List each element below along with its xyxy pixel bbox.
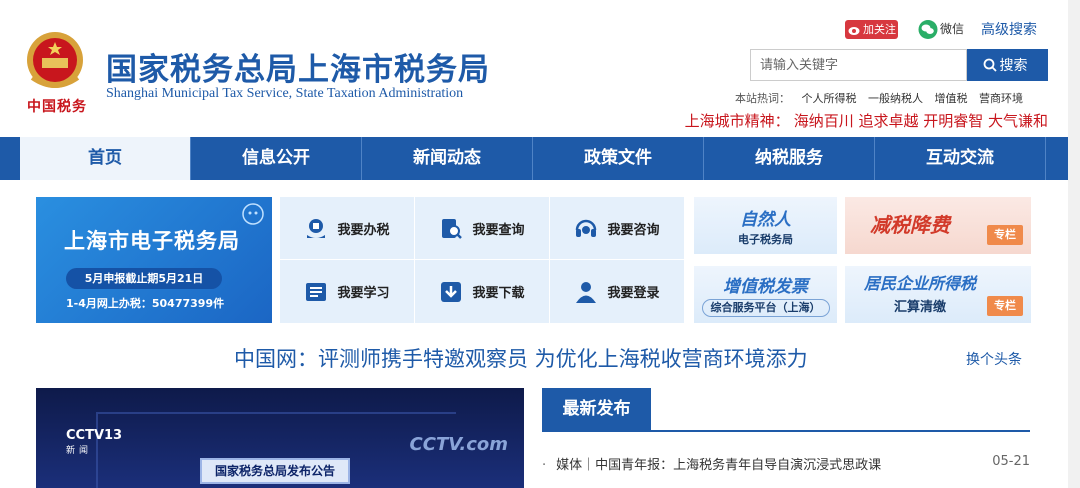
download-icon xyxy=(439,280,463,304)
search-button[interactable]: 搜索 xyxy=(967,49,1048,81)
banner-subtitle: 电子税务局 xyxy=(738,233,793,246)
service-query[interactable]: 我要查询 xyxy=(415,197,549,260)
hot-words-label: 本站热词： xyxy=(735,92,790,105)
hot-word-link[interactable]: 个人所得税 xyxy=(802,92,857,105)
e-tax-bureau-card[interactable]: 上海市电子税务局 5月申报截止期5月21日 1-4月网上办税：50477399件 xyxy=(36,197,272,323)
handle-tax-icon xyxy=(304,217,328,241)
video-player[interactable]: CCTV13 新闻 CCTV.com 国家税务总局发布公告 xyxy=(36,388,524,488)
service-learn[interactable]: 我要学习 xyxy=(280,260,414,323)
column-tag: 专栏 xyxy=(987,296,1023,316)
hot-word-link[interactable]: 增值税 xyxy=(935,92,968,105)
city-spirit-label: 上海城市精神： xyxy=(684,112,790,130)
site-subtitle: Shanghai Municipal Tax Service, State Ta… xyxy=(106,86,464,101)
video-caption: 国家税务总局发布公告 xyxy=(200,458,350,484)
hot-words: 本站热词： 个人所得税 一般纳税人 增值税 营商环境 xyxy=(735,90,1023,106)
banner-title: 自然人 xyxy=(740,210,791,230)
service-login[interactable]: 我要登录 xyxy=(550,260,684,323)
news-title: 媒体｜中国青年报：上海税务青年自导自演沉浸式思政课 xyxy=(556,458,882,473)
site-header: 中国税务 国家税务总局上海市税务局 Shanghai Municipal Tax… xyxy=(0,0,1080,137)
news-date: 05-21 xyxy=(992,454,1030,469)
service-label: 我要下载 xyxy=(472,286,525,301)
search-button-label: 搜索 xyxy=(999,58,1028,74)
learn-icon xyxy=(304,280,328,304)
change-headline-link[interactable]: 换个头条 xyxy=(966,349,1022,369)
banner-subtitle: 汇算清缴 xyxy=(893,300,946,315)
city-spirit-value: 海纳百川 追求卓越 开明睿智 大气谦和 xyxy=(793,112,1048,130)
tab-latest-release[interactable]: 最新发布 xyxy=(542,388,651,431)
cctv13-logo: CCTV13 新闻 xyxy=(66,428,123,456)
nav-item-policy[interactable]: 政策文件 xyxy=(533,137,704,180)
service-label: 我要查询 xyxy=(472,223,525,238)
hot-word-link[interactable]: 一般纳税人 xyxy=(868,92,923,105)
service-label: 我要咨询 xyxy=(607,223,660,238)
vat-invoice-platform-banner[interactable]: 增值税发票 综合服务平台（上海） xyxy=(694,266,837,323)
service-grid: 我要办税 我要查询 我要咨询 我要学习 我要下载 我要登录 xyxy=(280,197,684,323)
search-input[interactable] xyxy=(750,49,967,81)
advanced-search-link[interactable]: 高级搜索 xyxy=(981,19,1037,39)
site-title[interactable]: 国家税务总局上海市税务局 xyxy=(106,44,490,89)
service-label: 我要办税 xyxy=(337,223,390,238)
tax-cut-column-banner[interactable]: 减税降费 专栏 xyxy=(845,197,1031,254)
page-scrollbar[interactable] xyxy=(1068,0,1080,488)
banner-subtitle: 综合服务平台（上海） xyxy=(694,299,837,317)
service-label: 我要登录 xyxy=(607,286,660,301)
weibo-icon xyxy=(848,27,860,35)
hot-word-link[interactable]: 营商环境 xyxy=(979,92,1023,105)
brand-calligraphy: 中国税务 xyxy=(27,99,87,115)
user-icon xyxy=(574,280,598,304)
banner-title: 减税降费 xyxy=(870,213,950,237)
natural-person-e-tax-banner[interactable]: 自然人 电子税务局 xyxy=(694,197,837,254)
nav-item-news[interactable]: 新闻动态 xyxy=(362,137,533,180)
wechat-link[interactable]: 微信 xyxy=(918,20,964,39)
service-download[interactable]: 我要下载 xyxy=(415,260,549,323)
service-handle-tax[interactable]: 我要办税 xyxy=(280,197,414,260)
nav-item-tax-service[interactable]: 纳税服务 xyxy=(704,137,875,180)
e-tax-title: 上海市电子税务局 xyxy=(64,229,240,253)
banner-title: 增值税发票 xyxy=(723,277,808,297)
service-consult[interactable]: 我要咨询 xyxy=(550,197,684,260)
banner-title: 居民企业所得税 xyxy=(863,274,976,293)
query-icon xyxy=(439,217,463,241)
headline-link[interactable]: 中国网：评测师携手特邀观察员 为优化上海税收营商环境添力 xyxy=(234,343,808,373)
resident-enterprise-tax-banner[interactable]: 居民企业所得税 汇算清缴 专栏 xyxy=(845,266,1031,323)
wechat-icon xyxy=(918,20,938,39)
nav-item-home[interactable]: 首页 xyxy=(20,137,191,180)
nav-item-info-disclosure[interactable]: 信息公开 xyxy=(191,137,362,180)
column-tag: 专栏 xyxy=(987,225,1023,245)
cctv-com-logo: CCTV.com xyxy=(409,434,508,455)
filing-deadline-badge: 5月申报截止期5月21日 xyxy=(66,268,222,289)
news-tab-underline xyxy=(542,430,1030,432)
assistant-icon xyxy=(242,203,264,229)
list-item[interactable]: · 媒体｜中国青年报：上海税务青年自导自演沉浸式思政课 05-21 xyxy=(542,454,1030,473)
headset-icon xyxy=(574,217,598,241)
service-label: 我要学习 xyxy=(337,286,390,301)
wechat-label: 微信 xyxy=(940,22,965,36)
city-spirit: 上海城市精神： 海纳百川 追求卓越 开明睿智 大气谦和 xyxy=(685,110,1048,131)
follow-label: 加关注 xyxy=(863,23,896,36)
national-emblem-icon xyxy=(22,28,88,94)
main-nav: 首页 信息公开 新闻动态 政策文件 纳税服务 互动交流 xyxy=(0,137,1080,180)
nav-item-interaction[interactable]: 互动交流 xyxy=(875,137,1046,180)
online-filing-stats: 1-4月网上办税：50477399件 xyxy=(66,297,225,310)
weibo-follow-button[interactable]: 加关注 xyxy=(845,20,898,39)
search-icon xyxy=(983,58,997,72)
